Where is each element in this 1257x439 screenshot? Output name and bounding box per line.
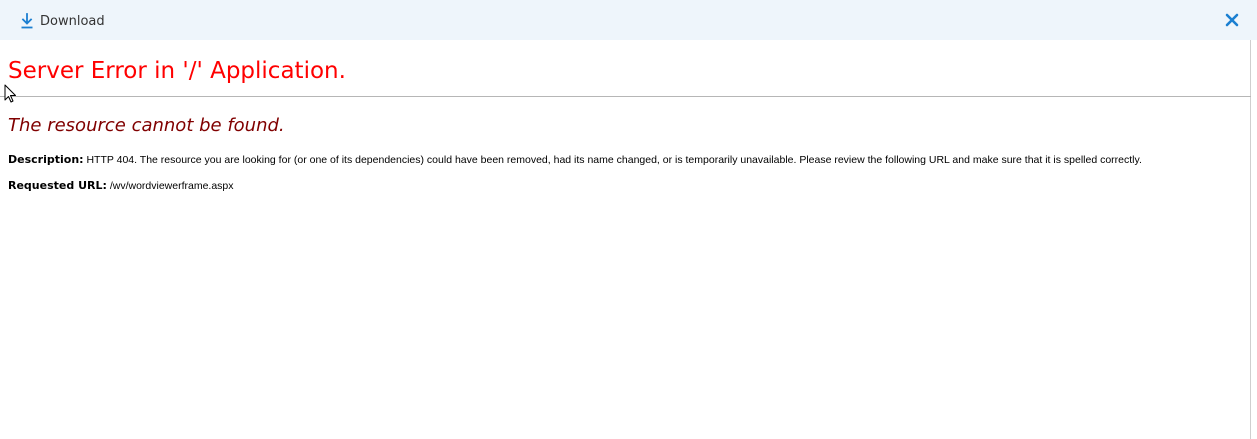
error-description: Description: HTTP 404. The resource you … [8, 153, 1142, 166]
description-text: HTTP 404. The resource you are looking f… [86, 154, 1142, 166]
mouse-cursor-icon [4, 84, 16, 103]
download-icon [21, 13, 33, 29]
page-title: Server Error in '/' Application. [8, 58, 346, 84]
requested-url: Requested URL: /wv/wordviewerframe.aspx [8, 179, 234, 192]
description-label: Description: [8, 153, 84, 166]
download-button[interactable]: Download [20, 11, 105, 31]
download-label: Download [40, 13, 105, 29]
requested-url-value: /wv/wordviewerframe.aspx [109, 180, 234, 192]
viewer-toolbar: Download [0, 0, 1257, 40]
requested-url-label: Requested URL: [8, 179, 107, 192]
error-page: Server Error in '/' Application. The res… [0, 40, 1251, 439]
divider [0, 96, 1251, 97]
error-subtitle: The resource cannot be found. [8, 115, 285, 136]
close-icon[interactable] [1224, 12, 1240, 28]
